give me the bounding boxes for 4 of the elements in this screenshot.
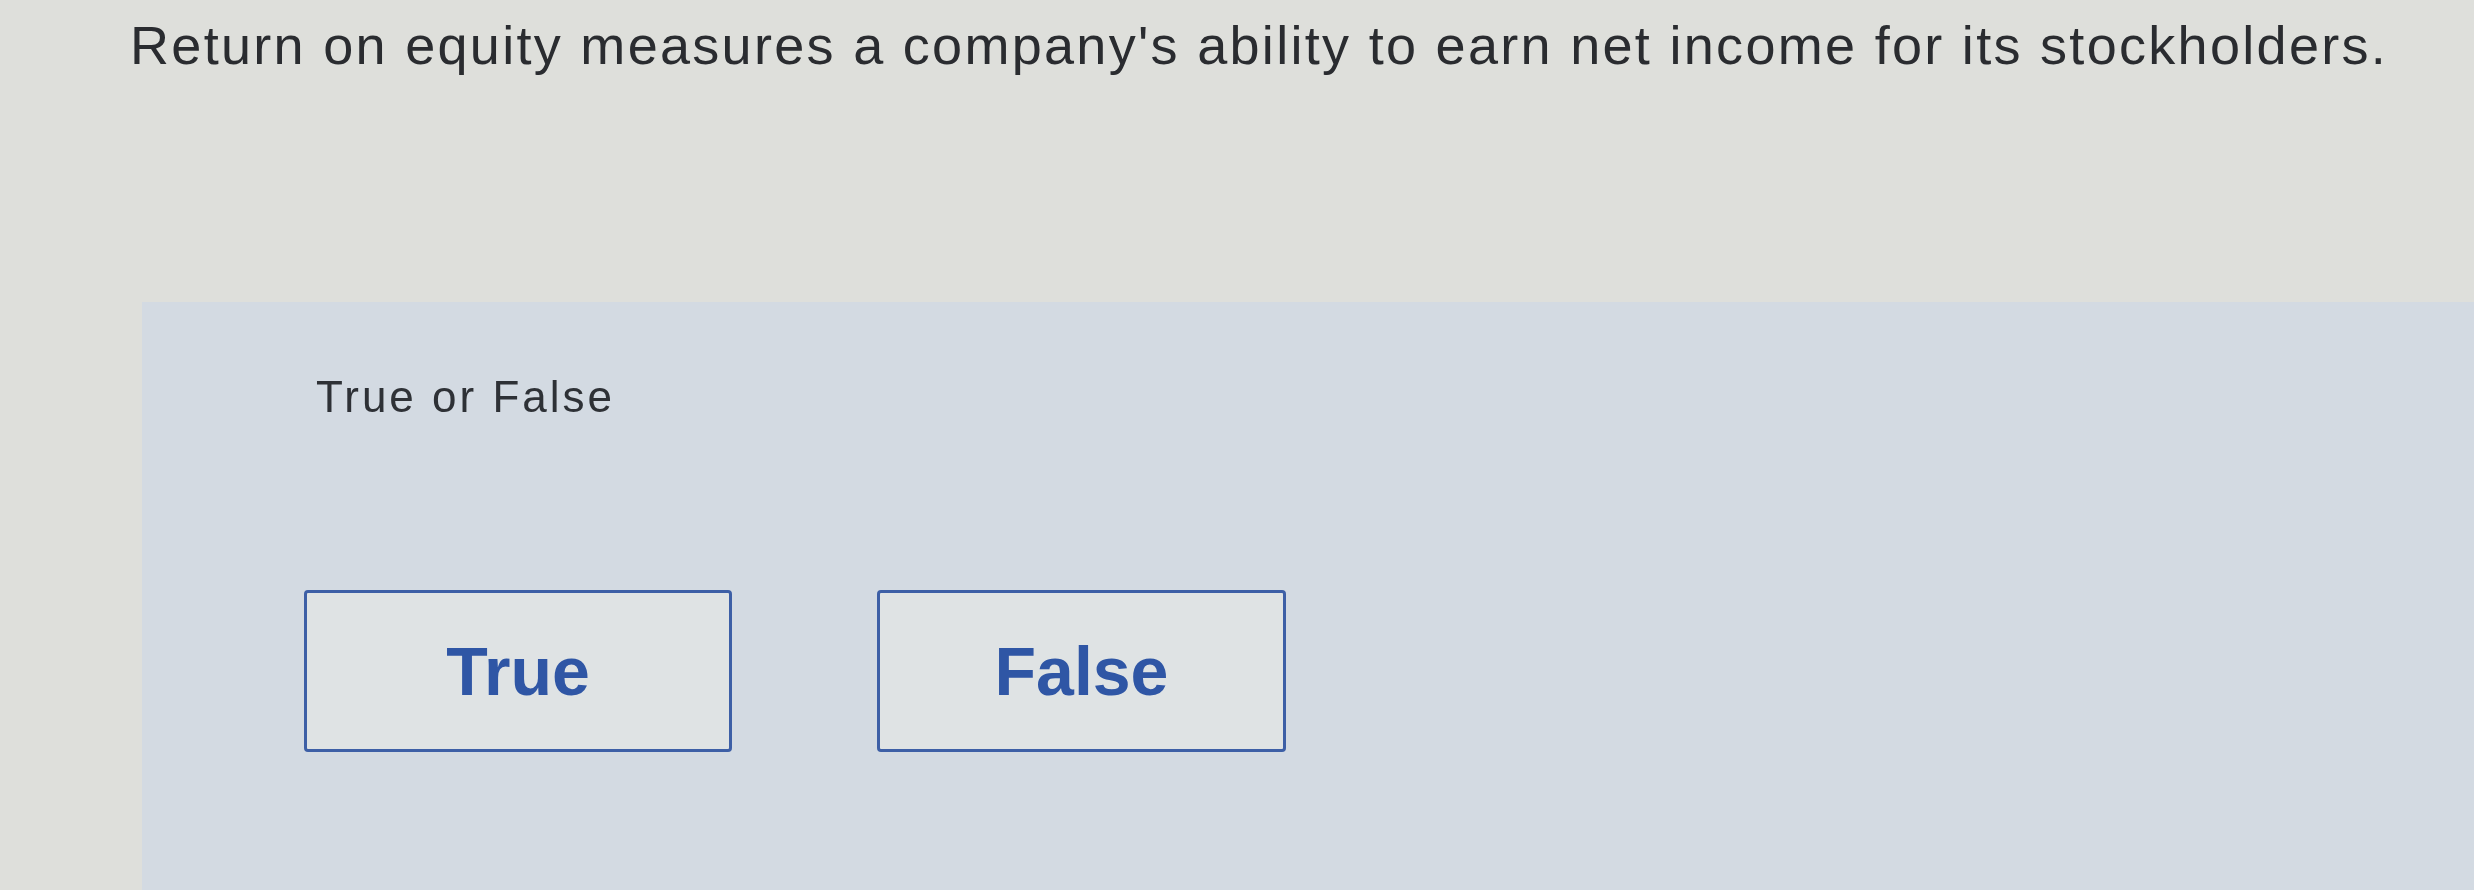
answer-option-button[interactable]: False (877, 590, 1286, 752)
answer-option-button[interactable]: True (304, 590, 732, 752)
prompt-text: True or False (316, 372, 615, 422)
question-text: Return on equity measures a company's ability to earn net income for its stockholders. (130, 14, 2389, 77)
